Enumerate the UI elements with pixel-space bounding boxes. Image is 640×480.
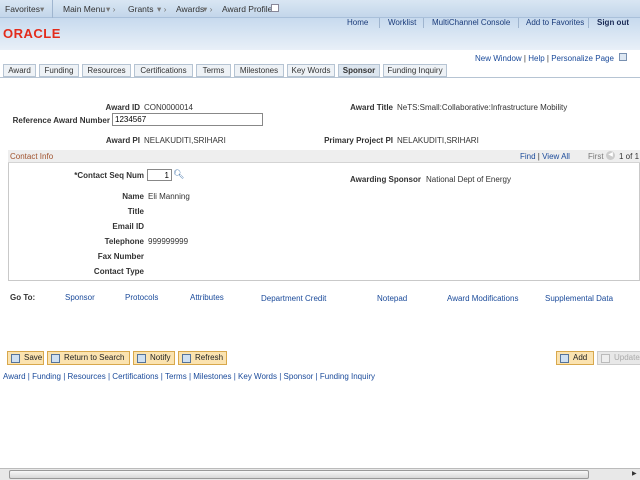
reference-award-number-label: Reference Award Number xyxy=(12,116,110,125)
award-pi-value: NELAKUDITI,SRIHARI xyxy=(144,136,226,145)
help-link[interactable]: Help xyxy=(528,54,544,63)
new-window-link[interactable]: New Window xyxy=(475,54,522,63)
top-nav-bar: Favorites ▾ Main Menu ▾ › Grants ▾ › Awa… xyxy=(0,0,640,18)
contact-info-title: Contact Info xyxy=(10,152,54,161)
tab-resources[interactable]: Resources xyxy=(82,64,131,77)
footer-link-terms[interactable]: Terms xyxy=(165,372,187,381)
footer-link-certifications[interactable]: Certifications xyxy=(112,372,158,381)
telephone-label: Telephone xyxy=(104,237,144,246)
goto-notepad-link[interactable]: Notepad xyxy=(377,294,407,303)
award-id-value: CON0000014 xyxy=(144,103,193,112)
contact-seq-num-input[interactable] xyxy=(147,169,172,181)
award-id-label: Award ID xyxy=(105,103,140,112)
name-value: Eli Manning xyxy=(148,192,190,201)
save-button[interactable]: Save xyxy=(7,351,44,365)
footer-link-key-words[interactable]: Key Words xyxy=(238,372,277,381)
breadcrumb-awards[interactable]: Awards xyxy=(176,4,204,14)
home-link[interactable]: Home xyxy=(347,18,368,27)
breadcrumb-grants[interactable]: Grants xyxy=(128,4,154,14)
telephone-value: 999999999 xyxy=(148,237,189,246)
reference-award-number-input[interactable] xyxy=(112,113,263,126)
footer-link-award[interactable]: Award xyxy=(3,372,26,381)
refresh-button[interactable]: Refresh xyxy=(178,351,227,365)
award-title-value: NeTS:Small:Collaborative:Infrastructure … xyxy=(397,103,568,112)
primary-project-pi-label: Primary Project PI xyxy=(324,136,393,145)
tab-sponsor[interactable]: Sponsor xyxy=(338,64,380,77)
horizontal-scrollbar[interactable]: ▶ xyxy=(0,468,640,480)
update-icon xyxy=(601,354,610,363)
primary-project-pi-value: NELAKUDITI,SRIHARI xyxy=(397,136,479,145)
goto-award-modifications-link[interactable]: Award Modifications xyxy=(447,294,518,303)
refresh-icon xyxy=(182,354,191,363)
tab-funding-inquiry[interactable]: Funding Inquiry xyxy=(383,64,447,77)
contact-info-header: Contact Info Find | View All First ◀ 1 o… xyxy=(8,150,640,163)
favorites-menu[interactable]: Favorites xyxy=(5,4,40,14)
tab-terms[interactable]: Terms xyxy=(196,64,231,77)
footer-link-funding[interactable]: Funding xyxy=(32,372,61,381)
email-id-label: Email ID xyxy=(112,222,144,231)
multichannel-console-link[interactable]: MultiChannel Console xyxy=(432,18,510,27)
contact-seq-num-label: *Contact Seq Num xyxy=(74,171,144,180)
save-icon xyxy=(11,354,20,363)
goto-supplemental-data-link[interactable]: Supplemental Data xyxy=(545,294,613,303)
notify-icon xyxy=(137,354,146,363)
notify-button[interactable]: Notify xyxy=(133,351,175,365)
awarding-sponsor-label: Awarding Sponsor xyxy=(350,175,421,184)
header: Home Worklist MultiChannel Console Add t… xyxy=(0,18,640,50)
main-menu[interactable]: Main Menu xyxy=(63,4,105,14)
tab-certifications[interactable]: Certifications xyxy=(134,64,193,77)
title-label: Title xyxy=(127,207,144,216)
tab-key-words[interactable]: Key Words xyxy=(287,64,335,77)
first-link[interactable]: First xyxy=(588,152,604,161)
add-icon xyxy=(560,354,569,363)
scrollbar-thumb[interactable] xyxy=(9,470,589,479)
return-to-search-button[interactable]: Return to Search xyxy=(47,351,130,365)
goto-sponsor-link[interactable]: Sponsor xyxy=(65,293,95,302)
footer-links: Award | Funding | Resources | Certificat… xyxy=(3,372,376,381)
oracle-logo: ORACLE xyxy=(3,26,61,41)
contact-type-label: Contact Type xyxy=(93,267,144,276)
add-button[interactable]: Add xyxy=(556,351,594,365)
sign-out-link[interactable]: Sign out xyxy=(597,18,629,27)
lookup-icon[interactable]: 🔍︎ xyxy=(173,169,184,180)
search-icon[interactable] xyxy=(271,4,279,12)
go-to-label: Go To: xyxy=(10,293,36,302)
footer-link-resources[interactable]: Resources xyxy=(68,372,106,381)
tab-milestones[interactable]: Milestones xyxy=(234,64,284,77)
awarding-sponsor-value: National Dept of Energy xyxy=(426,175,511,184)
award-pi-label: Award PI xyxy=(105,136,140,145)
goto-department-credit-link[interactable]: Department Credit xyxy=(261,294,326,303)
personalize-page-link[interactable]: Personalize Page xyxy=(551,54,614,63)
goto-protocols-link[interactable]: Protocols xyxy=(125,293,158,302)
find-link[interactable]: Find xyxy=(520,152,536,161)
name-label: Name xyxy=(122,192,144,201)
tab-award[interactable]: Award xyxy=(3,64,36,77)
scroll-right-icon[interactable]: ▶ xyxy=(632,470,637,477)
return-icon xyxy=(51,354,60,363)
fax-number-label: Fax Number xyxy=(97,252,144,261)
update-display-button[interactable]: Update/Display xyxy=(597,351,640,365)
footer-link-milestones[interactable]: Milestones xyxy=(193,372,231,381)
view-all-link[interactable]: View All xyxy=(542,152,570,161)
worklist-link[interactable]: Worklist xyxy=(388,18,416,27)
previous-icon[interactable]: ◀ xyxy=(606,151,615,160)
tab-funding[interactable]: Funding xyxy=(39,64,79,77)
add-to-favorites-link[interactable]: Add to Favorites xyxy=(526,18,584,27)
goto-attributes-link[interactable]: Attributes xyxy=(190,293,224,302)
breadcrumb-award-profile[interactable]: Award Profile xyxy=(222,4,272,14)
award-title-label: Award Title xyxy=(350,103,393,112)
footer-link-sponsor[interactable]: Sponsor xyxy=(284,372,314,381)
row-count: 1 of 1 xyxy=(619,152,640,161)
layout-icon[interactable] xyxy=(619,53,628,61)
footer-link-funding-inquiry[interactable]: Funding Inquiry xyxy=(320,372,375,381)
